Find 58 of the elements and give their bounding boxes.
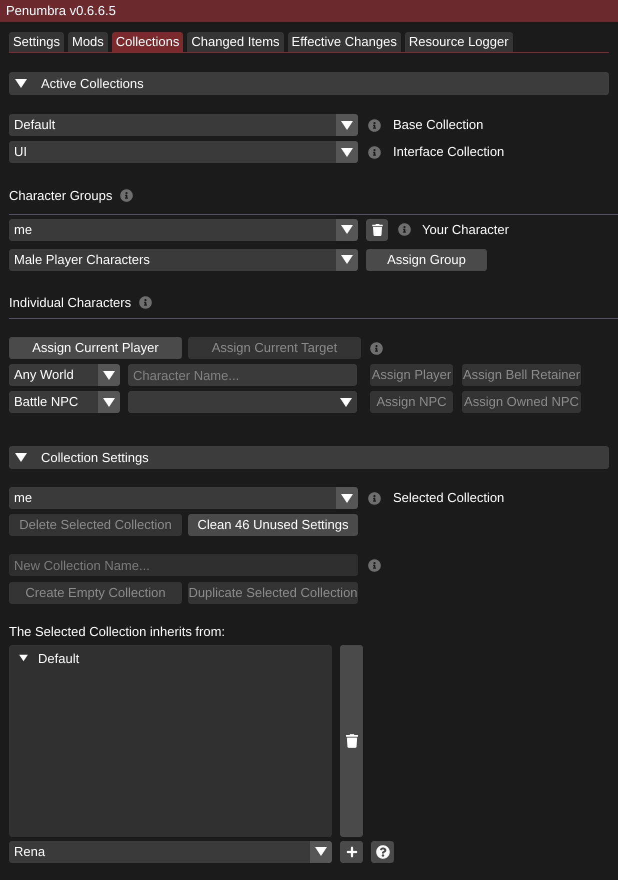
dropdown-arrow-icon [341,492,353,504]
info-icon[interactable] [139,296,152,309]
delete-button[interactable] [366,218,388,240]
button[interactable]: Clean 46 Unused Settings [188,514,358,536]
tab[interactable]: Collections [112,32,184,52]
tab[interactable]: Mods [68,32,108,52]
section-header[interactable]: Active Collections [9,72,609,95]
dropdown-arrow-icon [341,120,353,130]
info-icon[interactable] [368,146,381,158]
help-icon [376,844,390,858]
collection-name-field[interactable]: New Collection Name... [9,554,358,576]
dropdown[interactable]: UI [9,141,358,163]
field-label: Selected Collection [393,489,504,508]
dropdown[interactable]: Default [9,114,358,136]
group-label: Character Groups [9,187,112,205]
dropdown[interactable]: Any World [9,364,120,386]
dropdown-arrow-icon [340,396,352,408]
tab[interactable]: Settings [9,32,64,52]
tab[interactable]: Changed Items [187,32,284,52]
dropdown[interactable]: Rena [9,840,332,862]
tab[interactable]: Effective Changes [288,32,401,52]
field-label: Base Collection [393,116,484,134]
character-name-field[interactable]: Character Name... [128,364,357,386]
info-icon[interactable] [398,223,411,236]
dropdown-arrow-icon [103,396,115,408]
dropdown-arrow-icon [315,846,327,857]
inherit-label: The Selected Collection inherits from: [9,623,226,641]
dropdown-arrow-icon [341,146,353,158]
add-button[interactable] [340,840,363,862]
list-item[interactable]: Default [19,648,332,668]
dropdown-arrow-icon [341,254,353,265]
button[interactable]: Assign Group [366,248,487,270]
dropdown[interactable]: Male Player Characters [9,248,358,270]
button[interactable]: Assign Current Player [9,337,182,359]
info-icon[interactable] [368,118,381,132]
dropdown[interactable]: me [9,487,358,509]
help-button[interactable] [371,840,394,862]
info-icon[interactable] [368,492,381,504]
trash-icon [372,224,382,236]
triangle-icon [15,78,27,89]
window-title: Penumbra v0.6.6.5 [6,2,116,20]
info-icon[interactable] [368,558,381,572]
triangle-icon [19,654,28,662]
section-header[interactable]: Collection Settings [9,446,609,469]
plus-icon [346,846,358,858]
group-label: Individual Characters [9,294,132,312]
dropdown[interactable]: me [9,218,358,240]
info-icon[interactable] [120,189,134,202]
info-icon[interactable] [370,342,383,354]
dropdown-arrow-icon [341,224,353,235]
dropdown[interactable]: Battle NPC [9,391,120,413]
triangle-icon [15,452,27,463]
field-label: Your Character [422,220,509,239]
tab[interactable]: Resource Logger [404,32,513,52]
trash-icon [346,734,358,748]
field-label: Interface Collection [393,143,504,162]
delete-drop-target[interactable] [340,644,363,836]
dropdown-arrow-icon [103,370,115,380]
